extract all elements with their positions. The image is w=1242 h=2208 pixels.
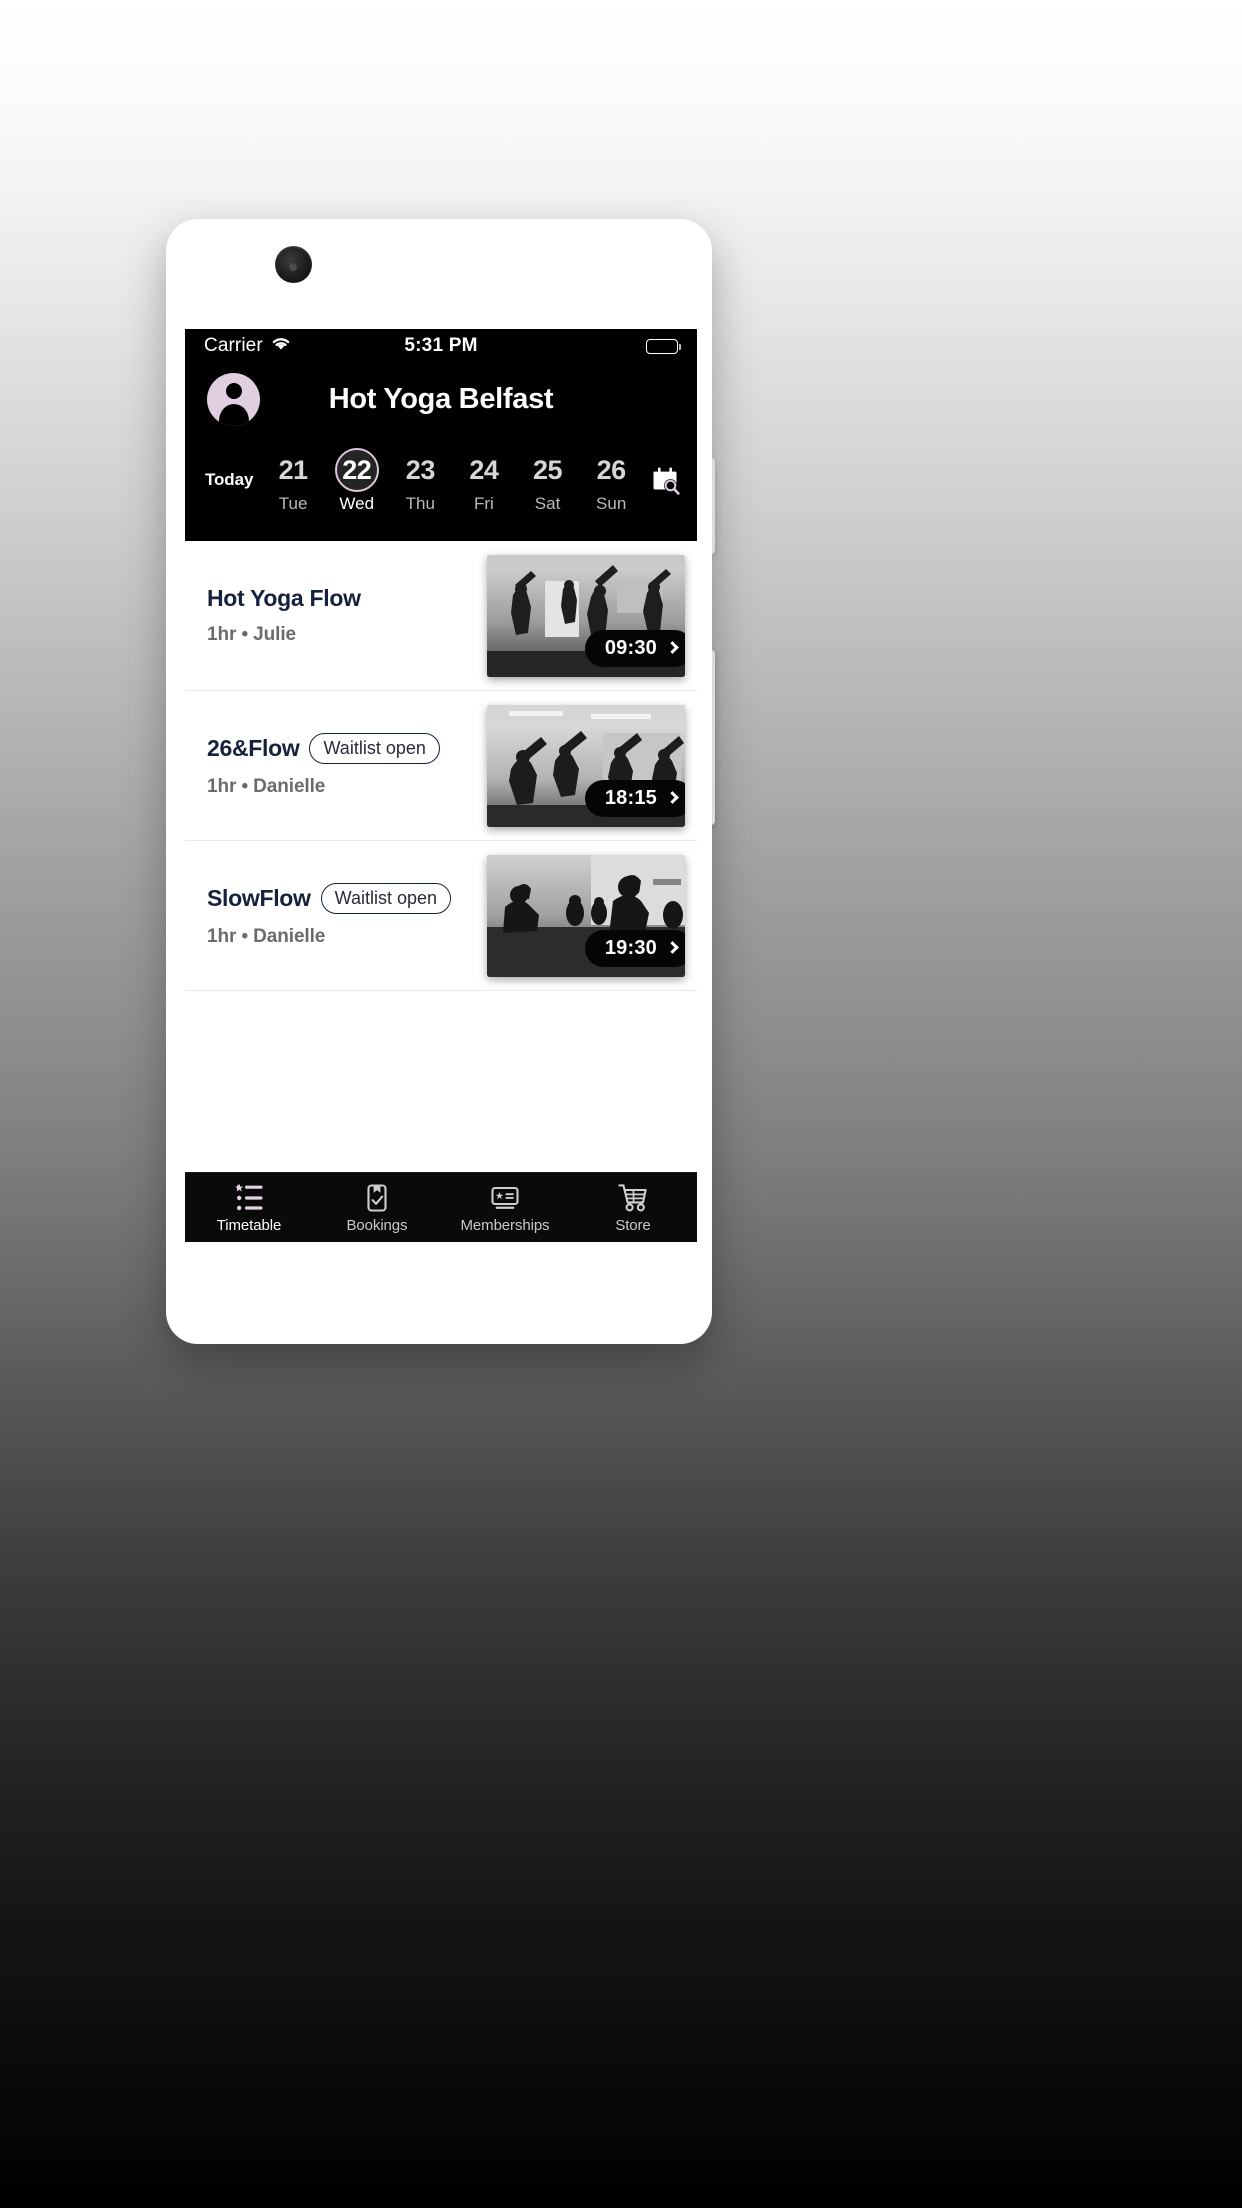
day-item-25[interactable]: 25 Sat xyxy=(520,448,576,515)
day-weekday: Tue xyxy=(278,493,308,513)
class-time-badge[interactable]: 09:30 xyxy=(584,629,685,667)
class-title: 26&Flow xyxy=(207,735,300,761)
tab-label: Memberships xyxy=(460,1216,550,1234)
day-item-24[interactable]: 24 Fri xyxy=(456,448,512,515)
phone-device-frame: Carrier 5:31 PM Hot Yoga Belfast Today 2… xyxy=(166,219,712,1344)
class-row[interactable]: Hot Yoga Flow 1hr • Julie 09:30 xyxy=(185,541,697,691)
date-selector: Today 21 Tue 22 Wed 23 Thu 24 Fri 25 Sat… xyxy=(185,429,697,533)
tab-bookings[interactable]: Bookings xyxy=(313,1173,441,1242)
class-title: SlowFlow xyxy=(207,885,311,911)
status-badge[interactable]: Waitlist open xyxy=(320,883,452,914)
day-number: 26 xyxy=(596,454,627,485)
bottom-tab-bar: Timetable Bookings Memberships Store xyxy=(185,1172,697,1242)
timetable-list-icon xyxy=(232,1182,266,1214)
day-weekday: Sat xyxy=(534,493,561,513)
class-time: 19:30 xyxy=(604,936,657,959)
class-time-badge[interactable]: 18:15 xyxy=(584,779,685,817)
header-title-row: Hot Yoga Belfast xyxy=(185,363,697,429)
day-weekday: Wed xyxy=(339,493,375,513)
shopping-cart-icon xyxy=(616,1182,650,1214)
page-title: Hot Yoga Belfast xyxy=(328,382,554,415)
status-bar-left: Carrier xyxy=(204,335,292,357)
tab-memberships[interactable]: Memberships xyxy=(441,1173,569,1242)
day-item-23[interactable]: 23 Thu xyxy=(392,448,448,515)
class-info: Hot Yoga Flow 1hr • Julie xyxy=(207,585,487,646)
class-title: Hot Yoga Flow xyxy=(207,585,361,611)
class-title-line: SlowFlow Waitlist open xyxy=(207,883,475,914)
class-meta: 1hr • Danielle xyxy=(207,776,326,797)
class-list: Hot Yoga Flow 1hr • Julie 09:30 26&Flow … xyxy=(185,541,697,991)
membership-card-icon xyxy=(488,1182,522,1214)
class-thumbnail[interactable]: 09:30 xyxy=(487,554,685,677)
class-meta: 1hr • Danielle xyxy=(207,926,326,947)
tab-store[interactable]: Store xyxy=(569,1173,697,1242)
app-screen: Carrier 5:31 PM Hot Yoga Belfast Today 2… xyxy=(185,329,697,1242)
day-number: 24 xyxy=(469,454,499,485)
tab-label: Bookings xyxy=(346,1216,408,1234)
class-info: SlowFlow Waitlist open 1hr • Danielle xyxy=(207,883,487,948)
avatar[interactable] xyxy=(207,372,260,426)
class-title-line: 26&Flow Waitlist open xyxy=(207,733,475,764)
tab-timetable[interactable]: Timetable xyxy=(185,1173,313,1242)
tab-label: Timetable xyxy=(216,1216,282,1234)
chevron-right-icon xyxy=(666,790,679,804)
day-number: 22 xyxy=(334,447,379,492)
day-weekday: Thu xyxy=(405,493,435,513)
carrier-label: Carrier xyxy=(204,335,263,356)
chevron-right-icon xyxy=(666,640,679,654)
day-weekday: Fri xyxy=(474,493,494,513)
class-thumbnail[interactable]: 19:30 xyxy=(487,854,685,977)
wifi-icon xyxy=(270,335,292,357)
class-thumbnail[interactable]: 18:15 xyxy=(487,704,685,827)
class-time-badge[interactable]: 19:30 xyxy=(584,929,685,967)
class-time: 18:15 xyxy=(604,786,657,809)
day-list: 21 Tue 22 Wed 23 Thu 24 Fri 25 Sat 26 Su… xyxy=(253,447,647,515)
today-label[interactable]: Today xyxy=(205,470,253,492)
day-item-26[interactable]: 26 Sun xyxy=(583,448,639,515)
day-weekday: Sun xyxy=(596,493,627,513)
day-number: 21 xyxy=(278,454,309,485)
status-badge[interactable]: Waitlist open xyxy=(309,733,440,764)
day-item-22[interactable]: 22 Wed xyxy=(329,447,385,515)
class-info: 26&Flow Waitlist open 1hr • Danielle xyxy=(207,733,487,798)
tab-label: Store xyxy=(615,1216,651,1234)
day-item-21[interactable]: 21 Tue xyxy=(265,448,321,515)
class-title-line: Hot Yoga Flow xyxy=(207,585,475,612)
clipboard-check-icon xyxy=(360,1182,394,1214)
day-number: 23 xyxy=(405,454,436,485)
day-number: 25 xyxy=(533,454,563,485)
status-bar-right xyxy=(646,338,681,354)
front-camera-icon xyxy=(275,246,312,283)
app-header: Carrier 5:31 PM Hot Yoga Belfast Today 2… xyxy=(185,329,697,541)
chevron-right-icon xyxy=(666,940,679,954)
class-time: 09:30 xyxy=(604,636,657,659)
battery-full-icon xyxy=(646,338,681,354)
class-row[interactable]: 26&Flow Waitlist open 1hr • Danielle 18:… xyxy=(185,691,697,841)
class-meta: 1hr • Julie xyxy=(207,624,296,645)
status-bar: Carrier 5:31 PM xyxy=(185,329,697,363)
calendar-search-icon[interactable] xyxy=(649,464,683,498)
class-row[interactable]: SlowFlow Waitlist open 1hr • Danielle 19… xyxy=(185,841,697,991)
